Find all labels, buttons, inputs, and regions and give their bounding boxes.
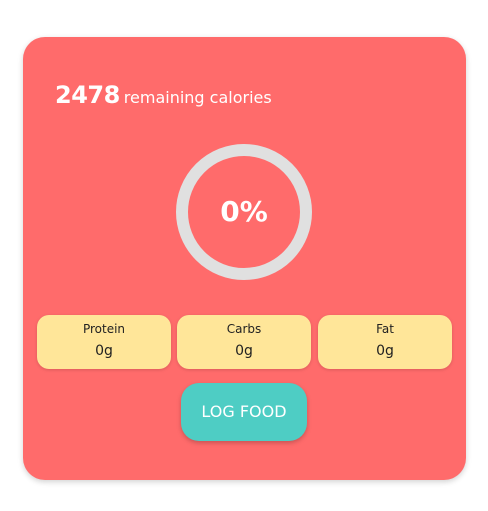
macro-carbs: Carbs 0g <box>177 315 311 369</box>
macro-protein-name: Protein <box>82 322 126 336</box>
macro-protein: Protein 0g <box>37 315 171 369</box>
remaining-calories-label: remaining calories <box>123 88 272 107</box>
macro-fat: Fat 0g <box>318 315 452 369</box>
macro-protein-value: 0g <box>95 343 113 359</box>
macro-carbs-value: 0g <box>235 343 253 359</box>
progress-percent: 0% <box>220 195 268 228</box>
macros-row: Protein 0g Carbs 0g Fat 0g <box>37 315 453 370</box>
macro-fat-name: Fat <box>376 322 394 336</box>
remaining-calories-value: 2478 <box>55 81 120 109</box>
log-food-button[interactable]: LOG FOOD <box>181 383 307 441</box>
calorie-progress-ring: 0% <box>174 142 314 282</box>
macro-fat-value: 0g <box>376 343 394 359</box>
remaining-calories: 2478 remaining calories <box>55 81 272 109</box>
calorie-card: 2478 remaining calories 0% Protein 0g Car… <box>23 37 466 480</box>
macro-carbs-name: Carbs <box>226 322 262 336</box>
